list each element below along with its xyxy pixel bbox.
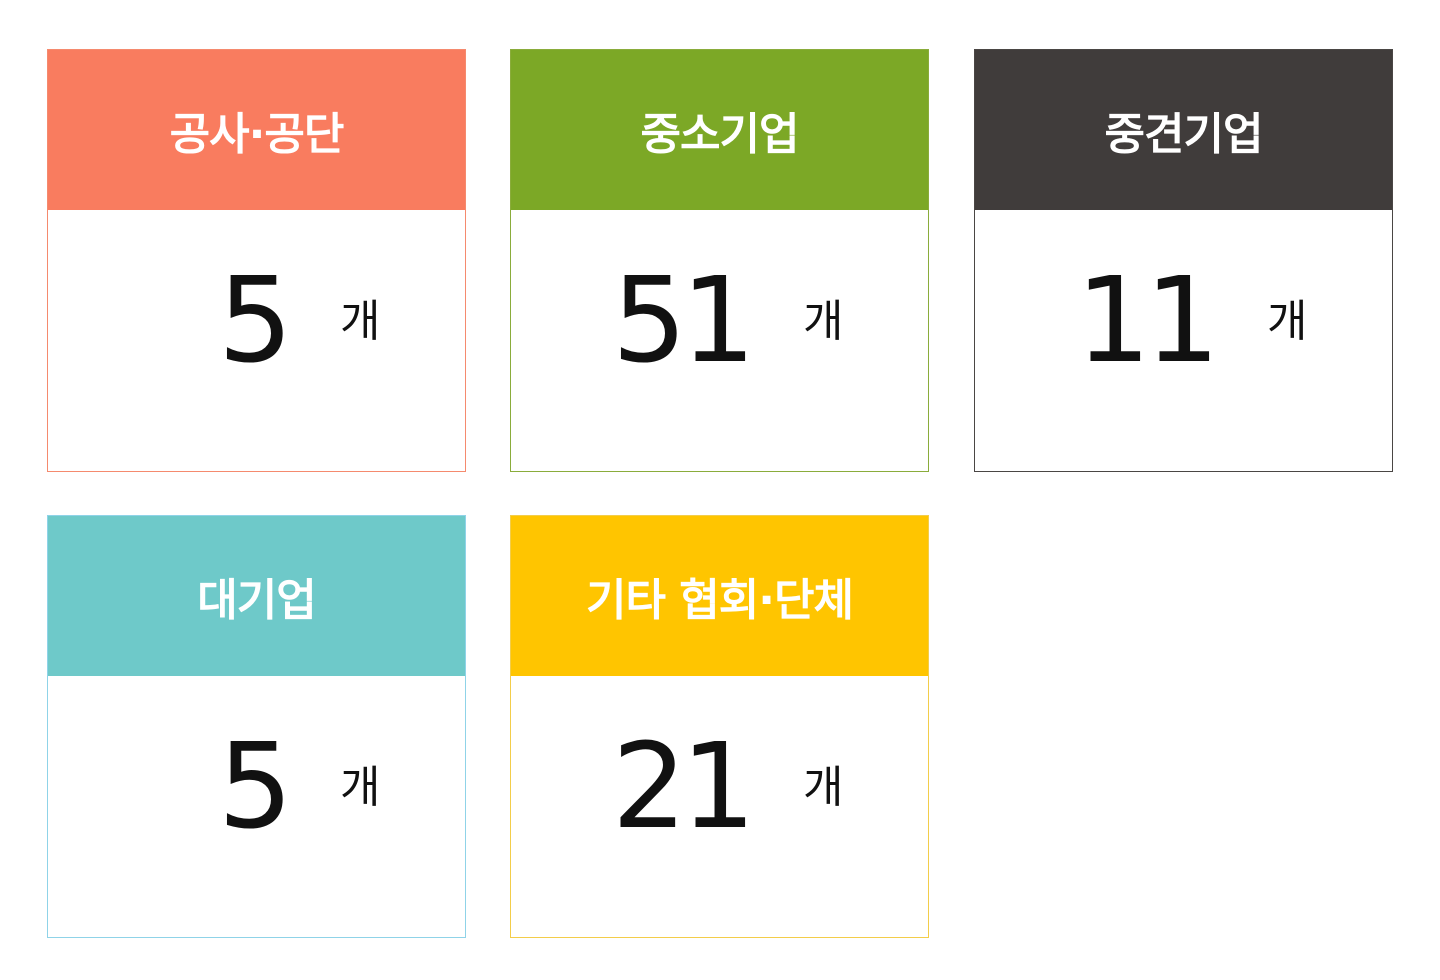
card-count: 21 [611, 717, 756, 855]
card-count: 5 [217, 717, 293, 855]
card-body: 21 개 [511, 676, 928, 937]
card-body: 5 개 [48, 210, 465, 471]
card-unit: 개 [803, 296, 844, 347]
card-body: 51 개 [511, 210, 928, 471]
card-header: 공사·공단 [48, 50, 465, 210]
card-unit: 개 [803, 762, 844, 813]
card-header: 기타 협회·단체 [511, 516, 928, 676]
card-unit: 개 [340, 762, 381, 813]
stat-card-public-corporations: 공사·공단 5 개 [47, 49, 466, 472]
card-category-label: 중견기업 [1104, 109, 1264, 160]
stat-card-large-enterprises: 대기업 5 개 [47, 515, 466, 938]
card-category-label: 공사·공단 [169, 109, 345, 160]
card-count: 11 [1075, 251, 1220, 389]
card-category-label: 중소기업 [640, 109, 800, 160]
card-count: 51 [611, 251, 756, 389]
card-count: 5 [217, 251, 293, 389]
card-unit: 개 [340, 296, 381, 347]
card-header: 중견기업 [975, 50, 1392, 210]
card-body: 11 개 [975, 210, 1392, 471]
card-body: 5 개 [48, 676, 465, 937]
stat-card-other-associations: 기타 협회·단체 21 개 [510, 515, 929, 938]
stat-card-small-medium-enterprises: 중소기업 51 개 [510, 49, 929, 472]
card-category-label: 기타 협회·단체 [586, 575, 854, 626]
stat-card-mid-sized-enterprises: 중견기업 11 개 [974, 49, 1393, 472]
card-unit: 개 [1267, 296, 1308, 347]
card-header: 중소기업 [511, 50, 928, 210]
card-category-label: 대기업 [197, 575, 316, 626]
card-header: 대기업 [48, 516, 465, 676]
